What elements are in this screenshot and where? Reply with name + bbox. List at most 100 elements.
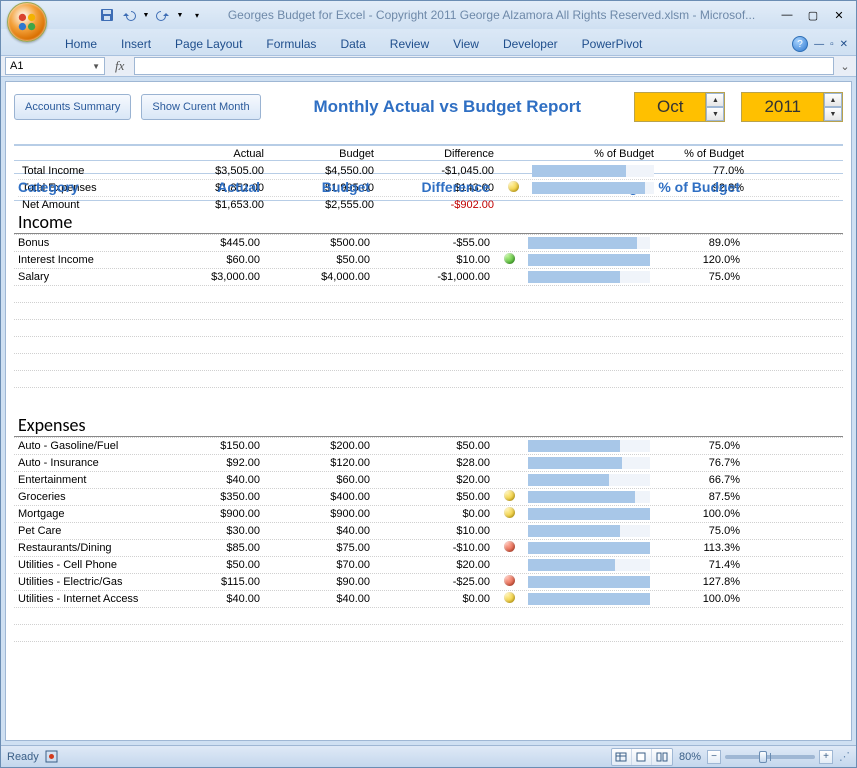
normal-view-icon[interactable]: [612, 749, 632, 765]
status-dot-icon: [504, 592, 515, 603]
row-label: Auto - Gasoline/Fuel: [14, 440, 164, 452]
redo-icon[interactable]: [153, 5, 173, 25]
row-pct: 71.4%: [654, 559, 744, 571]
year-selector: 2011 ▲ ▼: [741, 92, 843, 122]
row-difference: -$902.00: [378, 199, 498, 211]
worksheet[interactable]: Accounts Summary Show Curent Month Month…: [5, 81, 852, 741]
table-row[interactable]: Entertainment$40.00$60.00$20.0066.7%: [14, 471, 843, 488]
formula-bar-expand-icon[interactable]: ⌄: [838, 60, 852, 73]
tab-page-layout[interactable]: Page Layout: [171, 35, 246, 53]
tab-home[interactable]: Home: [61, 35, 101, 53]
ribbon-restore-icon[interactable]: ▫: [830, 39, 834, 50]
table-row[interactable]: Utilities - Internet Access$40.00$40.00$…: [14, 590, 843, 607]
table-row[interactable]: Utilities - Cell Phone$50.00$70.00$20.00…: [14, 556, 843, 573]
zoom-thumb[interactable]: [759, 751, 767, 763]
row-difference: -$55.00: [374, 237, 494, 249]
blank-row: [14, 319, 843, 336]
fx-icon[interactable]: fx: [109, 58, 130, 74]
tab-insert[interactable]: Insert: [117, 35, 155, 53]
row-actual: $60.00: [164, 254, 264, 266]
name-box-value: A1: [10, 60, 23, 72]
row-budget: $400.00: [264, 491, 374, 503]
ribbon-minimize-icon[interactable]: —: [814, 39, 824, 50]
table-row[interactable]: Restaurants/Dining$85.00$75.00-$10.00113…: [14, 539, 843, 556]
row-label: Utilities - Internet Access: [14, 593, 164, 605]
year-down-button[interactable]: ▼: [824, 107, 842, 121]
close-button[interactable]: ✕: [828, 7, 850, 23]
tab-developer[interactable]: Developer: [499, 35, 562, 53]
save-icon[interactable]: [97, 5, 117, 25]
resize-grip-icon[interactable]: ⋰: [839, 750, 850, 763]
page-break-view-icon[interactable]: [652, 749, 672, 765]
table-row[interactable]: Utilities - Electric/Gas$115.00$90.00-$2…: [14, 573, 843, 590]
row-actual: $1,653.00: [168, 199, 268, 211]
formula-input[interactable]: [134, 57, 834, 75]
tab-powerpivot[interactable]: PowerPivot: [578, 35, 647, 53]
row-label: Interest Income: [14, 254, 164, 266]
table-row[interactable]: Auto - Gasoline/Fuel$150.00$200.00$50.00…: [14, 437, 843, 454]
row-bar: [528, 182, 658, 194]
row-label: Utilities - Electric/Gas: [14, 576, 164, 588]
macro-record-icon[interactable]: [45, 750, 58, 763]
table-row[interactable]: Interest Income$60.00$50.00$10.00120.0%: [14, 251, 843, 268]
row-difference: $28.00: [374, 457, 494, 469]
minimize-button[interactable]: —: [776, 7, 798, 23]
row-bar: [524, 576, 654, 588]
table-row[interactable]: Salary$3,000.00$4,000.00-$1,000.0075.0%: [14, 268, 843, 285]
qat-customize-icon[interactable]: ▾: [187, 5, 207, 25]
row-budget: $40.00: [264, 525, 374, 537]
tab-review[interactable]: Review: [386, 35, 433, 53]
row-label: Bonus: [14, 237, 164, 249]
row-label: Groceries: [14, 491, 164, 503]
year-up-button[interactable]: ▲: [824, 93, 842, 107]
row-actual: $150.00: [164, 440, 264, 452]
row-actual: $3,505.00: [168, 165, 268, 177]
row-difference: $0.00: [374, 508, 494, 520]
restore-button[interactable]: ▢: [802, 7, 824, 23]
table-row[interactable]: Mortgage$900.00$900.00$0.00100.0%: [14, 505, 843, 522]
row-actual: $900.00: [164, 508, 264, 520]
title-bar: ▼ ▼ ▾ Georges Budget for Excel - Copyrig…: [1, 1, 856, 29]
undo-dropdown-icon[interactable]: ▼: [141, 5, 151, 25]
tab-formulas[interactable]: Formulas: [262, 35, 320, 53]
month-up-button[interactable]: ▲: [706, 93, 724, 107]
help-icon[interactable]: ?: [792, 36, 808, 52]
row-bar: [524, 254, 654, 266]
name-box[interactable]: A1 ▼: [5, 57, 105, 75]
undo-icon[interactable]: [119, 5, 139, 25]
ribbon-close-icon[interactable]: ✕: [840, 39, 848, 50]
status-bar: Ready 80% − + ⋰: [1, 745, 856, 767]
row-budget: $70.00: [264, 559, 374, 571]
row-actual: $92.00: [164, 457, 264, 469]
page-layout-view-icon[interactable]: [632, 749, 652, 765]
name-box-dropdown-icon[interactable]: ▼: [92, 62, 100, 71]
row-indicator: [494, 507, 524, 521]
summary-row[interactable]: Total Income$3,505.00$4,550.00-$1,045.00…: [18, 162, 839, 179]
blank-row: [14, 353, 843, 370]
cat-col-pct: % of Budget: [654, 179, 744, 195]
office-button[interactable]: [7, 2, 47, 42]
row-bar: [524, 271, 654, 283]
row-actual: $50.00: [164, 559, 264, 571]
row-budget: $4,550.00: [268, 165, 378, 177]
row-budget: $60.00: [264, 474, 374, 486]
zoom-in-button[interactable]: +: [819, 750, 833, 764]
zoom-level[interactable]: 80%: [679, 751, 701, 763]
show-current-month-button[interactable]: Show Curent Month: [141, 94, 260, 120]
tab-view[interactable]: View: [449, 35, 483, 53]
table-row[interactable]: Bonus$445.00$500.00-$55.0089.0%: [14, 234, 843, 251]
section-rows: Auto - Gasoline/Fuel$150.00$200.00$50.00…: [14, 437, 843, 658]
table-row[interactable]: Pet Care$30.00$40.00$10.0075.0%: [14, 522, 843, 539]
row-label: Mortgage: [14, 508, 164, 520]
row-budget: $75.00: [264, 542, 374, 554]
zoom-track[interactable]: [725, 755, 815, 759]
redo-dropdown-icon[interactable]: ▼: [175, 5, 185, 25]
table-row[interactable]: Auto - Insurance$92.00$120.00$28.0076.7%: [14, 454, 843, 471]
table-row[interactable]: Groceries$350.00$400.00$50.0087.5%: [14, 488, 843, 505]
accounts-summary-button[interactable]: Accounts Summary: [14, 94, 131, 120]
tab-data[interactable]: Data: [336, 35, 369, 53]
month-down-button[interactable]: ▼: [706, 107, 724, 121]
zoom-out-button[interactable]: −: [707, 750, 721, 764]
status-dot-icon: [504, 490, 515, 501]
report-title: Monthly Actual vs Budget Report: [271, 97, 624, 117]
